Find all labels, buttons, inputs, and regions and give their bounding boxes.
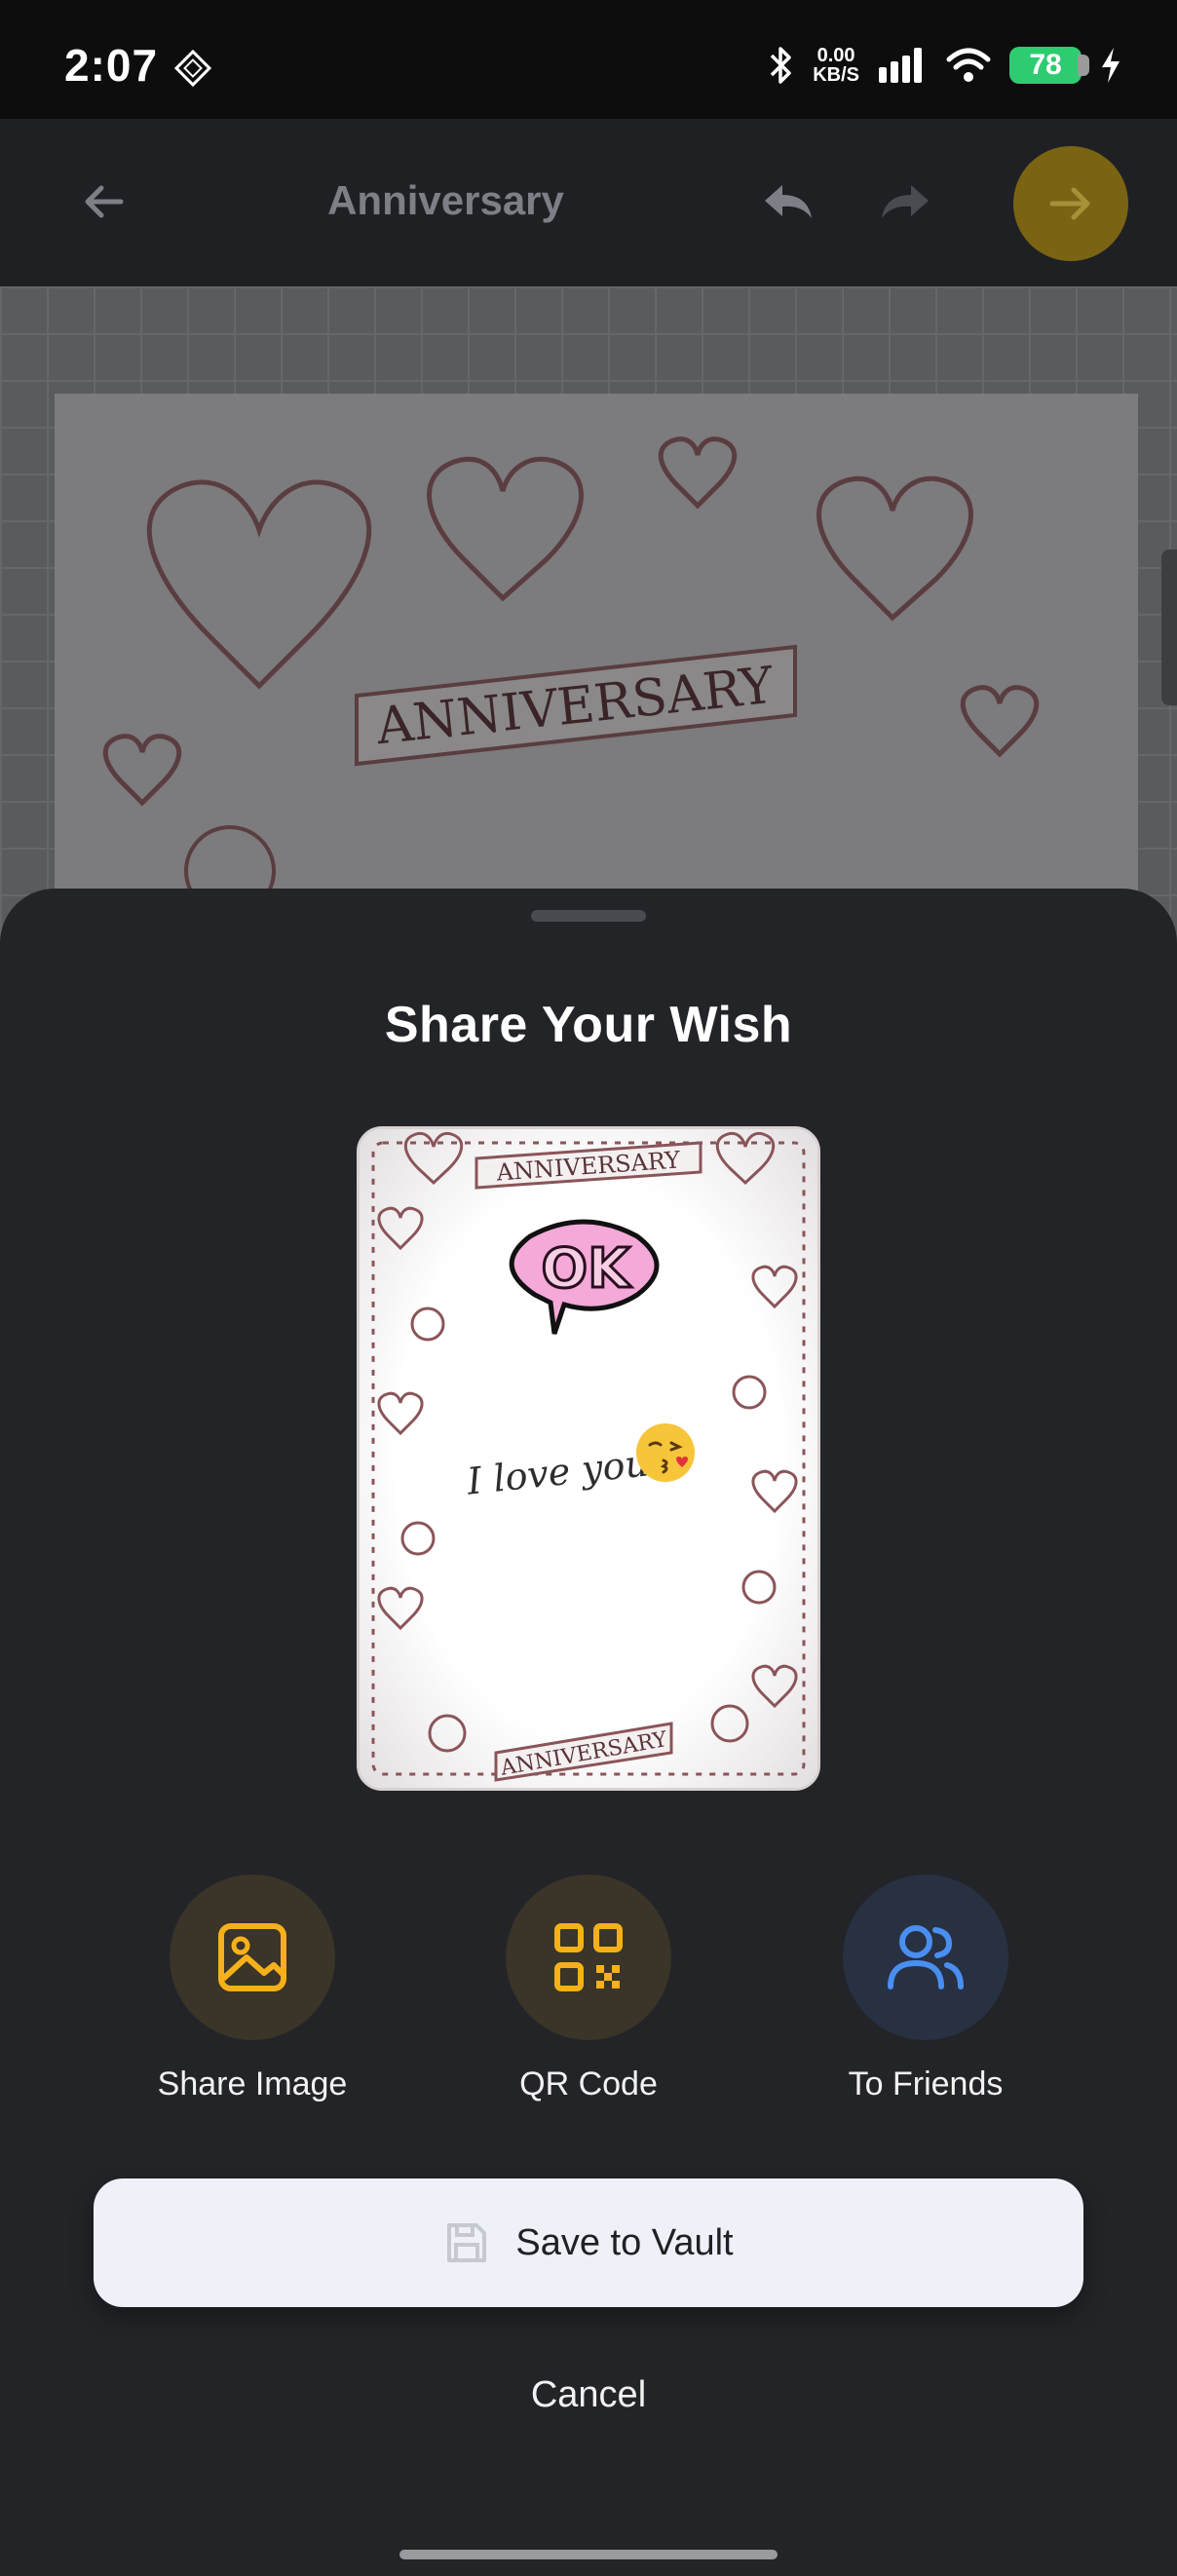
share-image-action[interactable]: Share Image [126, 1875, 379, 2103]
status-time: 2:07 [64, 40, 159, 91]
share-image-button[interactable] [170, 1875, 335, 2040]
signal-icon [879, 48, 922, 83]
qr-code-label: QR Code [519, 2065, 658, 2102]
battery-indicator: 78 [1009, 47, 1089, 84]
charging-icon [1102, 48, 1120, 83]
image-icon [218, 1923, 286, 1991]
nfc-icon [173, 49, 212, 88]
sheet-drag-handle[interactable] [531, 910, 646, 922]
to-friends-action[interactable]: To Friends [799, 1875, 1052, 2103]
undo-icon[interactable] [756, 170, 820, 234]
cancel-button[interactable]: Cancel [0, 2374, 1177, 2416]
qr-code-button[interactable] [506, 1875, 671, 2040]
save-icon [447, 2223, 487, 2262]
sheet-title: Share Your Wish [384, 997, 793, 1053]
status-icons: 0.00 KB/S 78 [766, 41, 1122, 90]
card-preview: ANNIVERSARY ANNIVERSARY OK I love you [357, 1126, 820, 1791]
users-icon [888, 1925, 964, 1989]
net-speed-unit: KB/S [813, 64, 859, 86]
share-sheet: Share Your Wish ANNIVERSARY ANNIVERSARY … [0, 889, 1177, 2576]
save-to-vault-button[interactable]: Save to Vault [94, 2178, 1083, 2307]
redo-icon[interactable] [873, 170, 937, 234]
home-indicator[interactable] [399, 2550, 778, 2559]
qr-code-icon [554, 1923, 623, 1991]
to-friends-label: To Friends [848, 2065, 1004, 2102]
canvas-scroll-handle[interactable] [1161, 549, 1177, 705]
qr-code-action[interactable]: QR Code [462, 1875, 715, 2103]
next-button[interactable] [1013, 146, 1128, 261]
net-speed: 0.00 KB/S [813, 46, 859, 85]
save-to-vault-label: Save to Vault [515, 2221, 734, 2263]
bluetooth-icon [770, 47, 791, 84]
kiss-emoji-icon [636, 1423, 695, 1482]
editor-canvas: ANNIVERSARY [0, 286, 1177, 1076]
status-bar: 2:07 0.00 KB/S 78 [0, 0, 1177, 119]
share-image-label: Share Image [157, 2065, 348, 2102]
net-speed-value: 0.00 [816, 45, 855, 66]
screen: 2:07 0.00 KB/S 78 Anniversary ANNIVERSAR… [0, 0, 1177, 2576]
sticker-ok-text: OK [542, 1237, 633, 1301]
share-actions: Share Image QR Code To Friends [0, 1875, 1177, 2108]
wifi-icon [946, 48, 991, 82]
to-friends-button[interactable] [843, 1875, 1008, 2040]
app-header: Anniversary [0, 119, 1177, 286]
arrow-right-icon [1049, 187, 1090, 220]
